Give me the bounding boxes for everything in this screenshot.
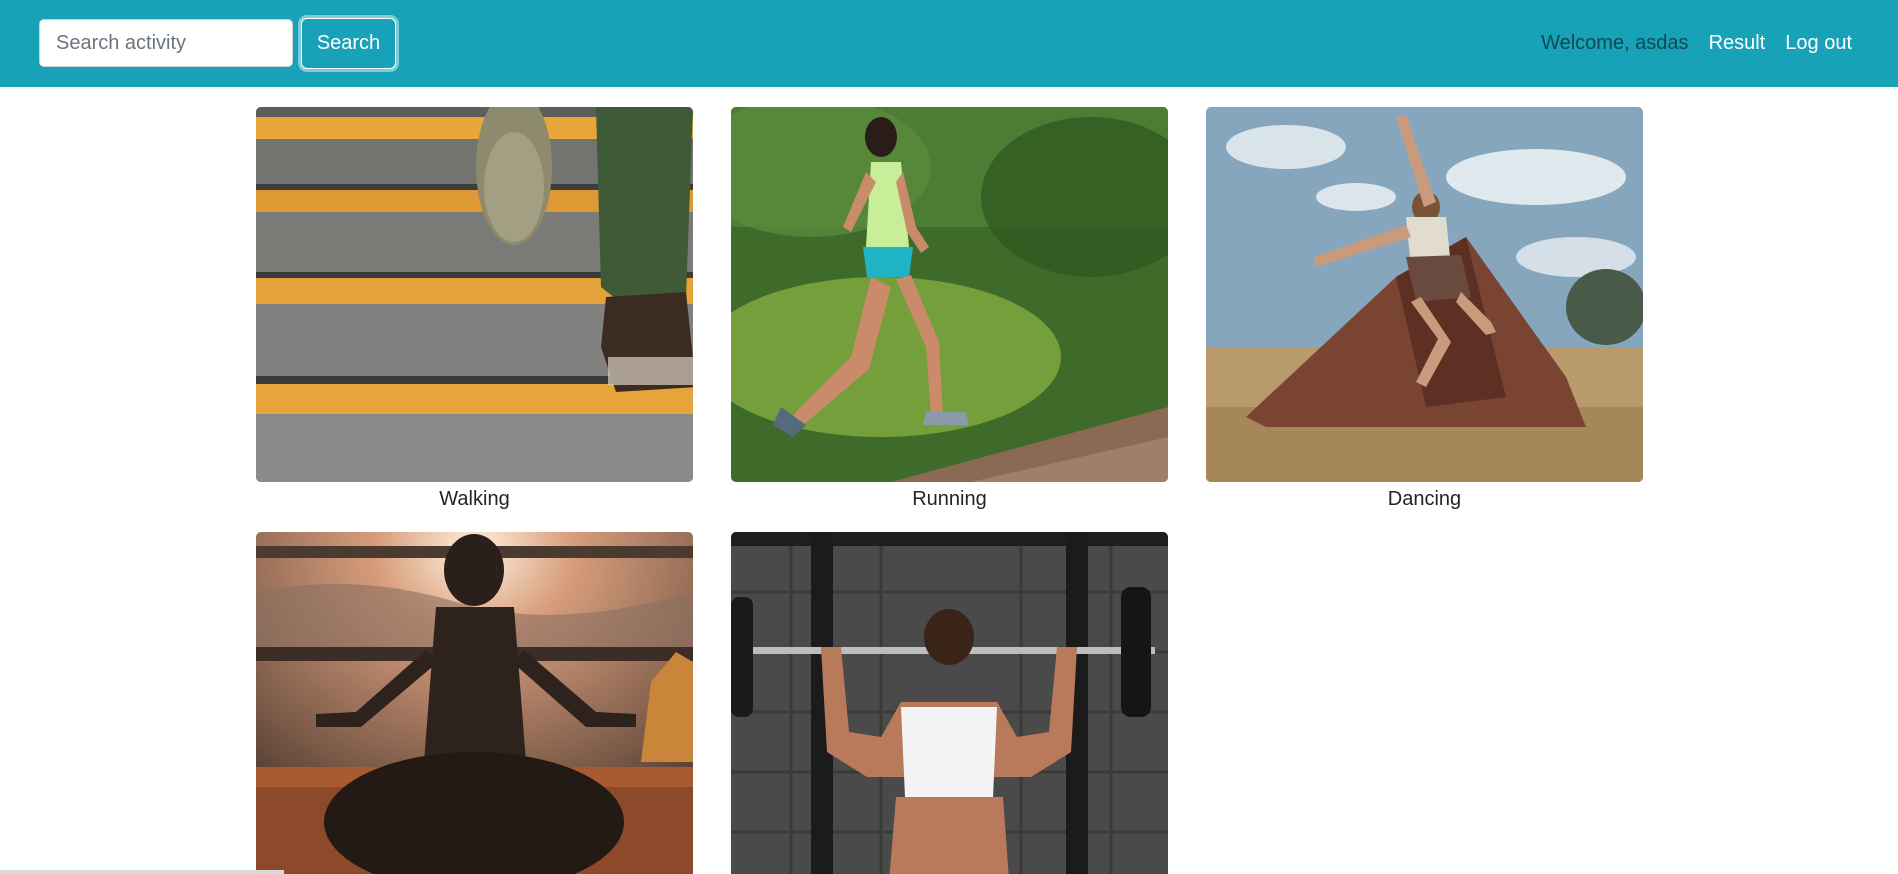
navbar: Search Welcome, asdas Result Log out [0, 0, 1898, 87]
weightlifting-image[interactable] [731, 532, 1168, 874]
walking-image[interactable] [256, 107, 693, 482]
result-link[interactable]: Result [1709, 32, 1766, 55]
activity-card-meditation[interactable] [256, 532, 693, 874]
activity-title: Walking [439, 488, 510, 510]
activity-card-running[interactable]: Running [731, 107, 1168, 511]
activity-title: Running [912, 488, 987, 510]
activity-card-weightlifting[interactable] [731, 532, 1168, 874]
search-input[interactable] [39, 19, 293, 67]
search-button[interactable]: Search [301, 18, 396, 69]
running-image[interactable] [731, 107, 1168, 482]
dancing-image[interactable] [1206, 107, 1643, 482]
horizontal-scrollbar[interactable] [0, 870, 284, 874]
meditation-image[interactable] [256, 532, 693, 874]
activity-title: Dancing [1387, 488, 1462, 510]
welcome-text: Welcome, asdas [1541, 32, 1689, 54]
activity-card-walking[interactable]: Walking [256, 107, 693, 511]
logout-link[interactable]: Log out [1785, 32, 1852, 55]
user-nav: Welcome, asdas Result Log out [1541, 0, 1852, 87]
activity-card-dancing[interactable]: Dancing [1206, 107, 1643, 511]
